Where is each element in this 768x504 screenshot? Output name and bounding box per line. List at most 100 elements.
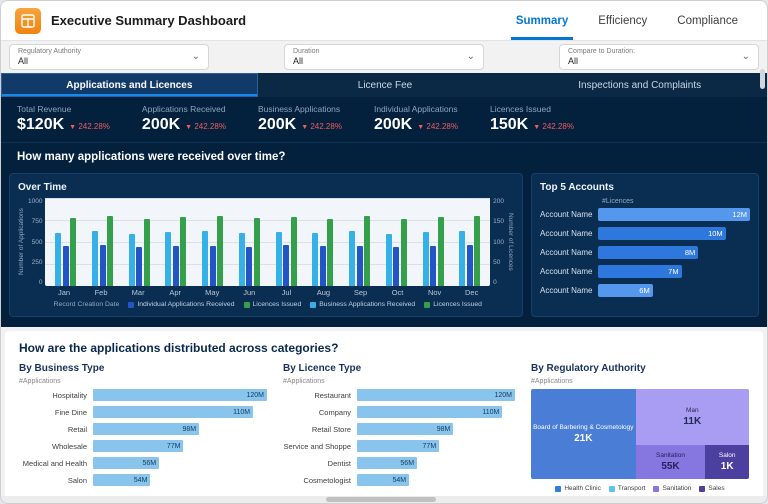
bar-track: 8M [598, 246, 750, 259]
chart-bar[interactable] [136, 247, 142, 286]
category-label: Hospitality [19, 391, 93, 400]
legend-item[interactable]: Health Clinic [555, 485, 601, 492]
chart-bar[interactable] [291, 217, 297, 286]
chart-bar[interactable] [327, 219, 333, 286]
category-bar[interactable]: 110M [357, 406, 502, 418]
bar-row: Company110M [283, 406, 515, 418]
treemap-block[interactable]: Sanitation55K [636, 445, 706, 479]
account-bar[interactable]: 7M [598, 265, 682, 278]
chart-bar[interactable] [173, 246, 179, 286]
chart-bar[interactable] [129, 234, 135, 286]
legend-item[interactable]: Sales [699, 485, 724, 492]
category-bar[interactable]: 98M [357, 423, 453, 435]
filter-regulatory-authority[interactable]: Regulatory Authority All ⌄ [9, 44, 209, 70]
page-title: Executive Summary Dashboard [51, 13, 246, 28]
chart-bar[interactable] [246, 247, 252, 286]
y-tick-label: 500 [28, 239, 42, 246]
x-axis-title: Record Creation Date [54, 301, 120, 308]
chart-bar[interactable] [438, 217, 444, 286]
chart-bar[interactable] [107, 216, 113, 286]
chart-bar[interactable] [239, 233, 245, 286]
tab-compliance[interactable]: Compliance [662, 1, 753, 40]
section-tab-licence-fee[interactable]: Licence Fee [258, 73, 513, 97]
chart-bar[interactable] [393, 247, 399, 286]
chart-bar[interactable] [63, 246, 69, 286]
vertical-scrollbar-thumb[interactable] [760, 69, 765, 89]
bar-value-label: 98M [437, 426, 451, 433]
chart-bar[interactable] [386, 234, 392, 286]
section-tab-inspections-complaints[interactable]: Inspections and Complaints [512, 73, 767, 97]
tab-summary[interactable]: Summary [501, 1, 583, 40]
category-bar[interactable]: 120M [357, 389, 515, 401]
treemap-block[interactable]: Salon1K [705, 445, 749, 479]
chart-bar[interactable] [430, 246, 436, 286]
chart-bar[interactable] [70, 218, 76, 286]
account-bar[interactable]: 12M [598, 208, 750, 221]
account-row: Account Name10M [540, 227, 750, 240]
chart-bar[interactable] [254, 218, 260, 286]
horizontal-scrollbar-track[interactable] [1, 496, 767, 503]
y-tick-label: 50 [493, 259, 504, 266]
legend-item[interactable]: Sanitation [653, 485, 691, 492]
legend-item[interactable]: Transport [609, 485, 646, 492]
chart-bar[interactable] [459, 231, 465, 286]
category-bar[interactable]: 54M [93, 474, 150, 486]
over-time-section: Over Time Number of Applications 1000750… [1, 167, 767, 327]
category-bar[interactable]: 120M [93, 389, 267, 401]
category-bar[interactable]: 56M [93, 457, 159, 469]
category-bar[interactable]: 54M [357, 474, 409, 486]
chart-bar[interactable] [55, 233, 61, 286]
treemap-block-name: Board of Barbering & Cosmetology [533, 424, 633, 432]
legend-item[interactable]: Licences Issued [244, 301, 302, 308]
chart-bar[interactable] [357, 246, 363, 286]
chevron-down-icon: ⌄ [742, 52, 750, 62]
filter-compare-duration[interactable]: Compare to Duration: All ⌄ [559, 44, 759, 70]
legend-swatch-icon [244, 302, 250, 308]
chart-bar[interactable] [320, 246, 326, 286]
account-bar[interactable]: 6M [598, 284, 653, 297]
bar-rows: Restaurant120MCompany110MRetail Store98M… [283, 389, 515, 486]
category-label: Cosmetologist [283, 476, 357, 485]
horizontal-scrollbar-thumb[interactable] [326, 497, 436, 502]
category-bar[interactable]: 110M [93, 406, 253, 418]
section-tab-applications-licences[interactable]: Applications and Licences [1, 73, 258, 97]
category-bar[interactable]: 98M [93, 423, 199, 435]
x-axis-tick-labels: JanFebMarAprMayJunJulAugSepOctNovDec [45, 288, 490, 297]
chart-bar[interactable] [144, 219, 150, 286]
legend-item[interactable]: Individual Applications Received [128, 301, 234, 308]
chart-bar[interactable] [467, 245, 473, 286]
chart-bar[interactable] [165, 232, 171, 286]
kpi-applications-received: Applications Received 200K ▼ 242.28% [142, 104, 226, 134]
x-tick-label: Mar [120, 288, 157, 297]
section-tab-bar: Applications and Licences Licence Fee In… [1, 73, 767, 97]
chart-bar[interactable] [217, 216, 223, 286]
chart-bar[interactable] [349, 231, 355, 286]
chart-bar[interactable] [210, 246, 216, 286]
chart-bar[interactable] [276, 232, 282, 286]
account-bar[interactable]: 8M [598, 246, 698, 259]
treemap-block[interactable]: Man11K [636, 389, 749, 445]
chart-bar[interactable] [364, 216, 370, 286]
legend-item[interactable]: Licences Issued [424, 301, 482, 308]
category-bar[interactable]: 56M [357, 457, 417, 469]
category-bar[interactable]: 77M [93, 440, 183, 452]
chart-bar[interactable] [423, 232, 429, 286]
chart-bar[interactable] [92, 231, 98, 286]
category-bar[interactable]: 77M [357, 440, 439, 452]
legend-item[interactable]: Business Applications Received [310, 301, 415, 308]
chevron-down-icon: ⌄ [467, 52, 475, 62]
bar-row: Medical and Health56M [19, 457, 267, 469]
x-tick-label: Apr [157, 288, 194, 297]
filter-duration[interactable]: Duration All ⌄ [284, 44, 484, 70]
tab-efficiency[interactable]: Efficiency [583, 1, 662, 40]
chart-bar[interactable] [474, 216, 480, 286]
chart-bar[interactable] [401, 219, 407, 286]
chart-bar[interactable] [202, 231, 208, 286]
chart-bar[interactable] [180, 217, 186, 286]
account-bar[interactable]: 10M [598, 227, 726, 240]
chart-bar[interactable] [100, 245, 106, 286]
chart-bar[interactable] [283, 245, 289, 286]
filter-label: Regulatory Authority [18, 47, 81, 56]
chart-bar[interactable] [312, 233, 318, 286]
treemap-block[interactable]: Board of Barbering & Cosmetology21K [531, 389, 636, 479]
